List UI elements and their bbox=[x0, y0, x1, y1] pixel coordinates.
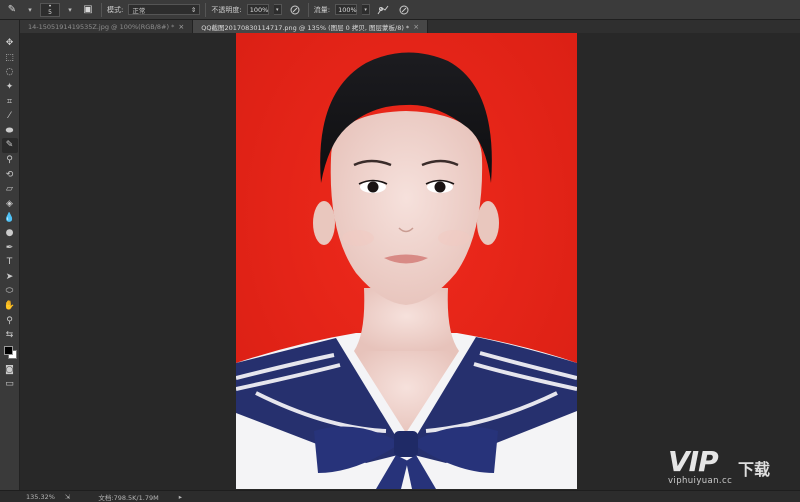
portrait-photo[interactable] bbox=[236, 33, 577, 489]
pressure-opacity-icon[interactable] bbox=[287, 3, 303, 17]
flow-input[interactable]: 100% bbox=[335, 4, 358, 15]
swap-colors-icon[interactable]: ⇆ bbox=[2, 328, 18, 343]
blur-tool-icon[interactable]: 💧 bbox=[2, 211, 18, 226]
blend-mode-value: 正常 bbox=[132, 6, 146, 15]
tab-document-2[interactable]: QQ截图20170830114717.png @ 135% (图层 0 拷贝, … bbox=[193, 20, 429, 33]
brush-preset-picker[interactable]: • 5 bbox=[40, 2, 60, 17]
paint-bucket-tool-icon[interactable]: ◈ bbox=[2, 197, 18, 212]
type-tool-icon[interactable]: T bbox=[2, 255, 18, 270]
brush-tool-icon[interactable]: ✎ bbox=[4, 3, 20, 17]
ellipse-tool-icon[interactable]: ⬭ bbox=[2, 284, 18, 299]
chevron-down-icon: ⇕ bbox=[190, 5, 197, 14]
separator bbox=[101, 2, 102, 17]
crop-tool-icon[interactable]: ⌗ bbox=[2, 94, 18, 109]
path-selection-tool-icon[interactable]: ➤ bbox=[2, 270, 18, 285]
eye-left bbox=[367, 181, 379, 193]
screen-mode-icon[interactable]: ▭ bbox=[2, 377, 18, 392]
zoom-level[interactable]: 135.32% bbox=[26, 493, 55, 501]
blend-mode-select[interactable]: 正常 ⇕ bbox=[128, 4, 201, 15]
options-bar: ✎ ▾ • 5 ▾ ▣ 模式: 正常 ⇕ 不透明度: 100% ▾ 流量: 100… bbox=[0, 0, 800, 20]
watermark: VIP 下载 viphuiyuan.cc bbox=[668, 448, 788, 488]
separator bbox=[205, 2, 207, 17]
marquee-tool-icon[interactable]: ⬚ bbox=[2, 51, 18, 66]
status-menu-arrow-icon[interactable]: ▸ bbox=[179, 493, 182, 501]
document-tabs: 14-1505191419535Z.jpg @ 100%(RGB/8#) * ×… bbox=[20, 20, 800, 33]
bow-knot bbox=[394, 431, 418, 457]
dodge-tool-icon[interactable]: ● bbox=[2, 226, 18, 241]
healing-brush-tool-icon[interactable]: ⬬ bbox=[2, 124, 18, 139]
tab-label: 14-1505191419535Z.jpg @ 100%(RGB/8#) * bbox=[28, 22, 175, 31]
color-swatches[interactable] bbox=[2, 344, 18, 362]
opacity-slider-caret-icon[interactable]: ▾ bbox=[273, 4, 282, 15]
close-icon[interactable]: × bbox=[178, 23, 184, 31]
quick-selection-tool-icon[interactable]: ✦ bbox=[2, 80, 18, 95]
status-bar: 135.32% ⇲ 文档:798.5K/1.79M ▸ bbox=[0, 490, 800, 502]
document-size: 文档:798.5K/1.79M bbox=[98, 493, 159, 502]
opacity-label: 不透明度: bbox=[211, 5, 242, 14]
brush-panel-toggle-icon[interactable]: ▣ bbox=[80, 3, 96, 17]
quick-mask-icon[interactable]: ◙ bbox=[2, 362, 18, 377]
move-tool-icon[interactable]: ✥ bbox=[2, 36, 18, 51]
opacity-input[interactable]: 100% bbox=[246, 4, 269, 15]
flow-label: 流量: bbox=[313, 5, 331, 14]
brush-preset-caret-icon[interactable]: ▾ bbox=[65, 3, 75, 17]
flow-slider-caret-icon[interactable]: ▾ bbox=[362, 4, 371, 15]
history-brush-tool-icon[interactable]: ⟲ bbox=[2, 167, 18, 182]
brush-size-value: 5 bbox=[48, 8, 52, 16]
hand-tool-icon[interactable]: ✋ bbox=[2, 299, 18, 314]
export-icon[interactable]: ⇲ bbox=[65, 493, 70, 501]
foreground-color-swatch[interactable] bbox=[3, 346, 13, 356]
brush-tool-icon[interactable]: ✎ bbox=[1, 138, 18, 153]
mode-label: 模式: bbox=[107, 5, 124, 14]
watermark-subtitle: 下载 bbox=[738, 460, 771, 479]
pressure-size-icon[interactable] bbox=[396, 3, 412, 17]
close-icon[interactable]: × bbox=[413, 23, 419, 31]
tool-preset-dropdown-icon[interactable]: ▾ bbox=[25, 3, 35, 17]
tab-label: QQ截图20170830114717.png @ 135% (图层 0 拷贝, … bbox=[201, 23, 410, 32]
tab-document-1[interactable]: 14-1505191419535Z.jpg @ 100%(RGB/8#) * × bbox=[20, 20, 194, 33]
separator bbox=[307, 2, 309, 17]
clone-stamp-tool-icon[interactable]: ⚲ bbox=[2, 153, 18, 168]
eye-right bbox=[434, 181, 446, 193]
zoom-tool-icon[interactable]: ⚲ bbox=[2, 313, 18, 328]
tools-panel: ✥ ⬚ ◌ ✦ ⌗ ⁄ ⬬ ✎ ⚲ ⟲ ▱ ◈ 💧 ● ✒ T ➤ ⬭ ✋ ⚲ … bbox=[0, 20, 20, 490]
ear-right bbox=[477, 201, 499, 245]
eyedropper-tool-icon[interactable]: ⁄ bbox=[2, 109, 18, 124]
lasso-tool-icon[interactable]: ◌ bbox=[2, 65, 18, 80]
eraser-tool-icon[interactable]: ▱ bbox=[2, 182, 18, 197]
airbrush-icon[interactable] bbox=[375, 3, 391, 17]
ear-left bbox=[313, 201, 335, 245]
pen-tool-icon[interactable]: ✒ bbox=[2, 240, 18, 255]
